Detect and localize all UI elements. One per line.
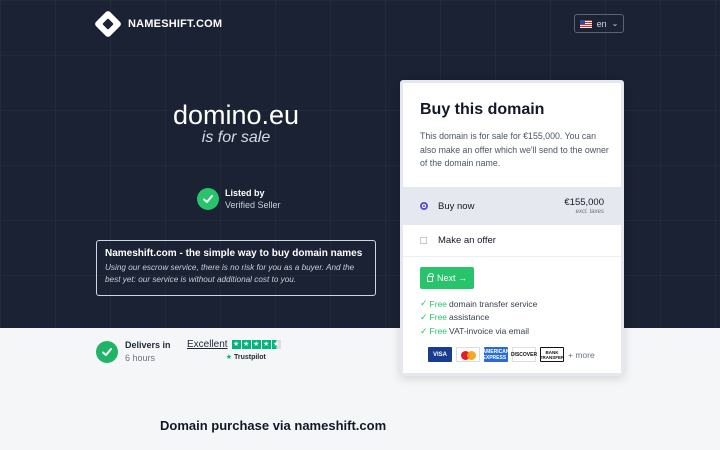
checkmark-icon: ✓ — [420, 311, 428, 322]
next-button[interactable]: Next → — [420, 267, 474, 289]
payment-methods: VISA AMERICAN EXPRESS DISCOVER BANK TRAN… — [428, 347, 595, 362]
more-payments: + more — [568, 349, 595, 360]
trustpilot-star-icon: ★ — [225, 354, 232, 361]
checkmark-icon: ✓ — [420, 325, 428, 336]
info-title: Nameshift.com - the simple way to buy do… — [105, 248, 363, 259]
discover-icon: DISCOVER — [511, 347, 537, 362]
info-box: Nameshift.com - the simple way to buy do… — [96, 240, 376, 296]
chevron-down-icon: ⌄ — [611, 19, 619, 28]
buy-now-option[interactable]: Buy now €155,000 excl. taxes — [403, 187, 621, 225]
make-offer-label: Make an offer — [438, 235, 496, 246]
check-icon — [197, 188, 219, 210]
section-title: Domain purchase via nameshift.com — [160, 418, 387, 433]
feature-item: ✓ Free VAT-invoice via email — [420, 325, 530, 337]
language-label: en — [596, 18, 607, 29]
domain-name: domino.eu — [172, 100, 300, 130]
trustpilot-rating: Excellent — [187, 339, 228, 350]
trustpilot-widget[interactable]: Excellent ★ ★ ★ ★ ★ ★ Trustpilot — [187, 339, 281, 361]
buy-now-label: Buy now — [438, 200, 475, 212]
listed-sub: Verified Seller — [225, 200, 281, 210]
price-note: excl. taxes — [575, 209, 604, 215]
feature-item: ✓ Free domain transfer service — [420, 298, 538, 309]
buy-domain-card: Buy this domain This domain is for sale … — [400, 80, 624, 376]
bank-transfer-icon: BANK TRANSFER — [540, 347, 564, 362]
us-flag-icon — [579, 19, 592, 28]
trustpilot-brand: ★ Trustpilot — [225, 354, 266, 361]
radio-selected-icon[interactable] — [420, 202, 428, 210]
check-icon — [96, 340, 118, 363]
next-label: Next → — [436, 273, 467, 283]
feature-item: ✓ Free assistance — [420, 311, 490, 323]
card-description: This domain is for sale for €155,000. Yo… — [420, 131, 609, 168]
mastercard-icon — [456, 347, 480, 362]
delivers-time: 6 hours — [125, 353, 156, 363]
star-icon: ★ — [241, 340, 251, 349]
listed-title: Listed by — [225, 188, 265, 198]
listed-by: Listed by Verified Seller — [197, 188, 281, 210]
delivers-title: Delivers in — [125, 340, 171, 350]
price: €155,000 — [564, 197, 604, 208]
trustpilot-stars: ★ ★ ★ ★ ★ — [231, 340, 281, 349]
visa-icon: VISA — [428, 347, 452, 362]
amex-icon: AMERICAN EXPRESS — [482, 347, 510, 362]
star-icon: ★ — [261, 340, 271, 349]
star-half-icon: ★ — [271, 340, 281, 349]
for-sale-text: is for sale — [201, 129, 271, 146]
lock-icon — [426, 273, 434, 282]
logo[interactable]: NAMESHIFT.COM — [93, 9, 223, 39]
star-icon: ★ — [231, 340, 241, 349]
info-description: Using our escrow service, there is no ri… — [105, 263, 355, 284]
card-title: Buy this domain — [420, 101, 545, 118]
logo-text: NAMESHIFT.COM — [128, 18, 223, 30]
star-icon: ★ — [251, 340, 261, 349]
features-list: ✓ Free domain transfer service ✓ Free as… — [420, 298, 537, 339]
delivers-in: Delivers in 6 hours — [96, 340, 171, 363]
checkbox-icon[interactable] — [420, 237, 427, 244]
language-selector[interactable]: en ⌄ — [574, 14, 624, 33]
checkmark-icon: ✓ — [420, 298, 428, 308]
make-offer-option[interactable]: Make an offer — [403, 225, 621, 257]
logo-icon — [93, 9, 123, 39]
